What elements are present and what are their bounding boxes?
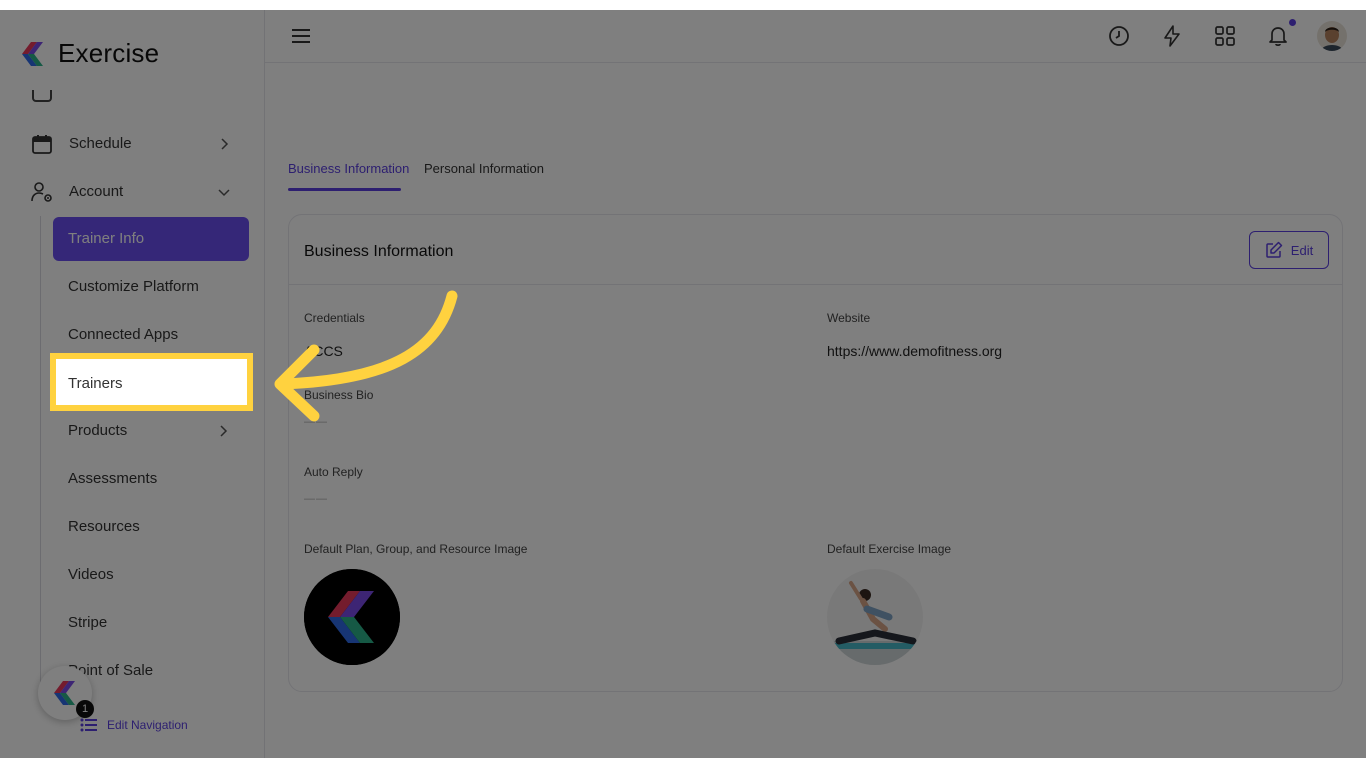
sidebar-item-label: Account [69,183,124,200]
notification-count-badge: 1 [76,700,94,718]
sidebar-item-label: Schedule [69,135,132,152]
edit-button-label: Edit [1290,242,1314,258]
user-gear-icon [31,182,52,202]
sidebar-subitem-label: Customize Platform [68,278,199,295]
sidebar-subitem-connected-apps[interactable]: Connected Apps [53,313,249,357]
chevron-right-icon [221,138,229,150]
sidebar-subitem-trainer-info[interactable]: Trainer Info [53,217,249,261]
credentials-value: ACCS [304,343,343,359]
sidebar-subitem-label: Products [68,422,128,439]
default-exercise-image [827,569,923,665]
app-root: Exercise Schedule Account Trainer Info C… [0,10,1366,758]
logo-mark-icon [304,569,400,665]
sidebar-subitem-trainers[interactable]: Trainers [50,353,253,411]
sidebar-subitem-label: Trainer Info [68,230,145,247]
calendar-icon [32,135,52,154]
default-plan-image [304,569,400,665]
chevron-right-icon [220,425,228,437]
app-frame: Exercise Schedule Account Trainer Info C… [0,10,1366,758]
submenu-guide-line [40,216,41,686]
edit-navigation-link[interactable]: Edit Navigation [80,718,188,732]
chevron-down-icon [218,189,230,197]
credentials-label: Credentials [304,311,365,325]
user-avatar-icon [1317,21,1347,51]
tab-business-information[interactable]: Business Information [288,161,409,176]
website-value: https://www.demofitness.org [827,343,1003,359]
sidebar-subitem-label: Videos [68,566,114,583]
sidebar-subitem-assessments[interactable]: Assessments [53,457,249,501]
business-bio-value: —— [304,416,328,428]
yoga-photo-icon [827,569,923,665]
default-image-label: Default Plan, Group, and Resource Image [304,542,528,556]
menu-icon[interactable] [289,24,313,48]
logo-mark-icon [54,681,75,705]
app-logo[interactable]: Exercise [18,38,159,69]
sidebar-subitem-stripe[interactable]: Stripe [53,601,249,645]
sidebar-subitem-label: Assessments [68,470,158,487]
avatar[interactable] [1317,21,1347,51]
default-exercise-image-label: Default Exercise Image [827,542,952,556]
website-label: Website [827,311,871,325]
bolt-icon[interactable] [1160,24,1184,48]
notification-dot [1289,19,1296,26]
sidebar-subitem-videos[interactable]: Videos [53,553,249,597]
sidebar-subitem-products[interactable]: Products [53,409,249,453]
hidden-nav-item-icon [32,90,52,102]
business-bio-label: Business Bio [304,388,374,402]
edit-button[interactable]: Edit [1249,231,1329,269]
sidebar-subitem-label: Resources [68,518,140,535]
card-divider [289,284,1342,285]
sidebar-subitem-resources[interactable]: Resources [53,505,249,549]
sidebar-item-schedule[interactable]: Schedule [30,132,232,156]
apps-grid-icon[interactable] [1213,24,1237,48]
business-information-card: Business Information Edit Credentials AC… [288,214,1343,692]
auto-reply-value: —— [304,493,328,505]
sidebar-subitem-customize-platform[interactable]: Customize Platform [53,265,249,309]
edit-icon [1266,241,1283,258]
sidebar-subitem-label: Trainers [68,375,123,392]
active-tab-indicator [288,188,401,191]
bell-icon[interactable] [1266,24,1290,48]
list-icon [80,718,97,732]
sidebar-subitem-label: Stripe [68,614,108,631]
top-header [265,10,1366,63]
auto-reply-label: Auto Reply [304,465,363,479]
tab-personal-information[interactable]: Personal Information [424,161,544,176]
sidebar-item-account[interactable]: Account [30,180,232,204]
card-title: Business Information [304,243,454,260]
clock-icon[interactable] [1107,24,1131,48]
edit-navigation-label: Edit Navigation [107,718,188,732]
app-name: Exercise [58,38,160,68]
sidebar-subitem-label: Connected Apps [68,326,179,343]
logo-mark-icon [22,41,43,66]
